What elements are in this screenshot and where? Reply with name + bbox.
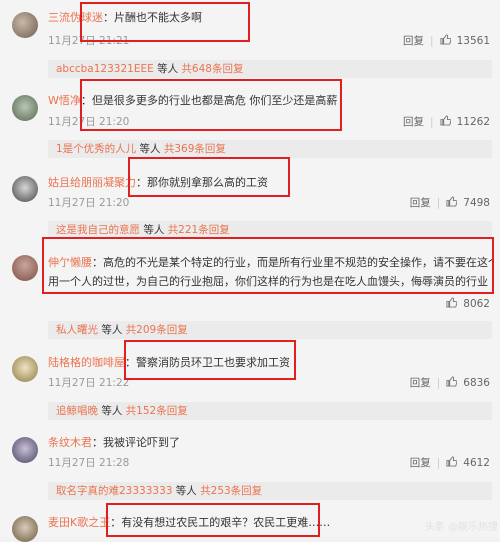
like-icon[interactable] <box>446 297 458 311</box>
reply-count[interactable]: 共152条回复 <box>126 405 188 417</box>
reply-button[interactable]: 回复 <box>410 455 431 470</box>
reply-count[interactable]: 共369条回复 <box>164 143 226 155</box>
like-icon[interactable] <box>440 114 451 129</box>
highlight-box <box>124 340 296 380</box>
highlight-box <box>106 503 320 537</box>
reply-summary[interactable]: 私人曙光 等人 共209条回复 <box>48 321 492 339</box>
like-icon[interactable] <box>446 375 458 390</box>
highlight-box <box>128 157 290 197</box>
comment-time: 11月27日 21:22 <box>48 377 130 389</box>
reply-count[interactable]: 共648条回复 <box>181 63 243 75</box>
comment-username[interactable]: W悟净 <box>48 94 81 107</box>
comment-time: 11月27日 21:28 <box>48 457 130 469</box>
avatar[interactable] <box>12 356 38 382</box>
comment-actions: 回复 | 13561 <box>403 33 490 48</box>
reply-count[interactable]: 共253条回复 <box>200 485 262 497</box>
reply-count[interactable]: 共209条回复 <box>126 324 188 336</box>
reply-summary[interactable]: abccba123321EEE 等人 共648条回复 <box>48 60 492 78</box>
highlight-box <box>80 2 250 42</box>
comment-list: 三流伪球迷：片酬也不能太多啊 11月27日 21:21 回复 | 13561 a… <box>0 0 500 542</box>
reply-count[interactable]: 共221条回复 <box>168 224 230 236</box>
comment-actions: 回复 | 6836 <box>409 375 490 390</box>
like-icon[interactable] <box>446 455 458 470</box>
like-count: 7498 <box>463 196 490 209</box>
avatar[interactable] <box>12 12 38 38</box>
reply-summary[interactable]: 1是个优秀的人儿 等人 共369条回复 <box>48 140 492 158</box>
like-count: 6836 <box>463 376 490 389</box>
reply-username[interactable]: 取名字真的难23333333 <box>56 485 172 497</box>
like-count: 8062 <box>463 298 490 310</box>
like-icon[interactable] <box>446 195 458 210</box>
reply-mid: 等人 <box>136 143 164 155</box>
avatar[interactable] <box>12 176 38 202</box>
reply-mid: 等人 <box>98 324 126 336</box>
avatar[interactable] <box>12 255 38 281</box>
comment-username[interactable]: 条纹木君 <box>48 436 92 449</box>
comment-actions: 回复 | 11262 <box>403 114 490 129</box>
reply-button[interactable]: 回复 <box>410 195 431 210</box>
comment-username[interactable]: 陆格格的咖啡屋 <box>48 356 125 369</box>
like-icon[interactable] <box>440 33 451 48</box>
comment-line: 条纹木君：我被评论吓到了 <box>48 435 492 451</box>
highlight-box <box>80 79 342 131</box>
reply-button[interactable]: 回复 <box>403 114 424 129</box>
comment-time: 11月27日 21:20 <box>48 197 130 209</box>
avatar[interactable] <box>12 95 38 121</box>
avatar[interactable] <box>12 516 38 542</box>
like-count: 13561 <box>456 34 490 47</box>
highlight-box <box>42 237 494 294</box>
reply-username[interactable]: 私人曙光 <box>56 324 98 336</box>
reply-username[interactable]: abccba123321EEE <box>56 63 154 75</box>
reply-button[interactable]: 回复 <box>410 375 431 390</box>
reply-summary[interactable]: 取名字真的难23333333 等人 共253条回复 <box>48 482 492 500</box>
reply-mid: 等人 <box>140 224 168 236</box>
comment-text: ：我被评论吓到了 <box>92 436 180 449</box>
like-count: 11262 <box>456 115 490 128</box>
like-count: 4612 <box>463 456 490 469</box>
comment-username[interactable]: 姑且给朋丽凝聚力 <box>48 176 136 189</box>
watermark: 头条 @娱乐热搜 <box>424 522 498 533</box>
reply-mid: 等人 <box>172 485 201 497</box>
avatar[interactable] <box>12 437 38 463</box>
reply-button[interactable]: 回复 <box>403 33 424 48</box>
reply-username[interactable]: 1是个优秀的人儿 <box>56 143 136 155</box>
reply-mid: 等人 <box>98 405 126 417</box>
reply-username[interactable]: 追鲸唱晚 <box>56 405 98 417</box>
comment-actions: 8062 <box>446 297 490 311</box>
reply-summary[interactable]: 追鲸唱晚 等人 共152条回复 <box>48 402 492 420</box>
comment-actions: 回复 | 7498 <box>409 195 490 210</box>
comment-username[interactable]: 麦田K歌之王 <box>48 516 110 529</box>
reply-username[interactable]: 这是我自己的意愿 <box>56 224 140 236</box>
reply-mid: 等人 <box>153 63 182 75</box>
comment-actions: 回复 | 4612 <box>409 455 490 470</box>
